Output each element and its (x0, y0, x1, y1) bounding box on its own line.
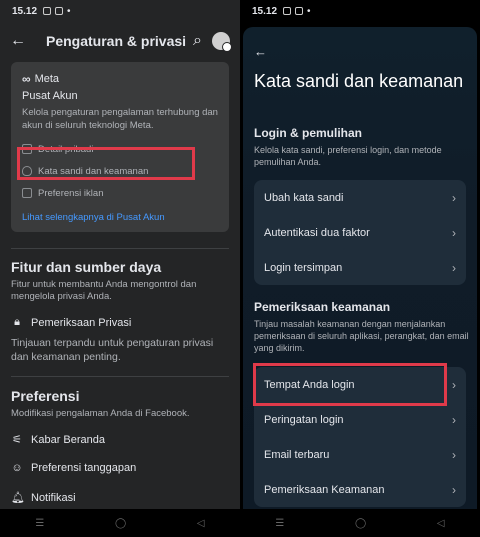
chevron-right-icon: › (452, 482, 456, 497)
page-title: Kata sandi dan keamanan (254, 71, 464, 91)
back-nav-icon[interactable]: ◁ (437, 518, 445, 529)
security-checkup-label: Pemeriksaan Keamanan (264, 483, 385, 496)
accounts-center-title: Pusat Akun (22, 90, 78, 102)
chevron-right-icon: › (452, 447, 456, 462)
reaction-preferences-label: Preferensi tanggapan (31, 462, 137, 474)
recent-emails-item[interactable]: Email terbaru › (254, 437, 466, 472)
login-recovery-title: Login & pemulihan (254, 126, 362, 140)
chevron-right-icon: › (452, 225, 456, 240)
privacy-checkup-label: Pemeriksaan Privasi (31, 316, 132, 329)
login-recovery-group: Ubah kata sandi › Autentikasi dua faktor… (254, 180, 466, 285)
recent-emails-label: Email terbaru (264, 448, 330, 461)
chevron-right-icon: › (452, 190, 456, 205)
monitor-icon (22, 188, 32, 198)
divider (11, 376, 229, 377)
ad-preferences-item[interactable]: Preferensi iklan (22, 182, 218, 204)
messenger-icon (295, 7, 304, 15)
lock-icon: 🔒︎ (14, 316, 20, 328)
meta-logo-text: Meta (34, 73, 60, 85)
divider (11, 248, 229, 249)
privacy-checkup-item[interactable]: 🔒︎ Pemeriksaan Privasi (11, 316, 131, 329)
back-nav-icon[interactable]: ◁ (197, 518, 205, 529)
password-security-screen: 15.12 • ⏰ ≋ 44 ← Kata sandi dan keamanan… (240, 0, 480, 537)
change-password-label: Ubah kata sandi (264, 191, 344, 204)
privacy-checkup-description: Tinjauan terpandu untuk pengaturan priva… (11, 337, 214, 363)
notification-icon (43, 7, 52, 15)
saved-login-item[interactable]: Login tersimpan › (254, 250, 466, 285)
back-arrow-icon[interactable]: ← (10, 32, 26, 50)
change-password-item[interactable]: Ubah kata sandi › (254, 180, 466, 215)
two-factor-item[interactable]: Autentikasi dua faktor › (254, 215, 466, 250)
back-arrow-icon[interactable]: ← (254, 44, 267, 59)
accounts-center-description: Kelola pengaturan pengalaman terhubung d… (22, 107, 218, 131)
security-checks-description: Tinjau masalah keamanan dengan menjalank… (254, 319, 469, 353)
header: ← Pengaturan & privasi ⌕ (0, 28, 240, 54)
menu-nav-icon[interactable]: ☰ (275, 518, 284, 529)
reactions-icon: ☺ (11, 462, 23, 474)
more-dots-icon: • (307, 5, 311, 17)
settings-privacy-screen: 15.12 • ⏰ ≋ 44 ← Pengaturan & privasi ⌕ … (0, 0, 240, 537)
home-nav-icon[interactable]: ◯ (115, 518, 126, 529)
two-factor-label: Autentikasi dua faktor (264, 226, 370, 239)
meta-infinity-icon: ∞ (22, 72, 31, 86)
menu-nav-icon[interactable]: ☰ (35, 518, 44, 529)
news-feed-label: Kabar Beranda (31, 433, 105, 446)
security-checks-title: Pemeriksaan keamanan (254, 300, 391, 314)
highlight-box (253, 363, 447, 406)
login-alerts-label: Peringatan login (264, 413, 344, 426)
notification-icon (283, 7, 292, 15)
preferences-title: Preferensi (11, 388, 80, 404)
avatar[interactable] (212, 32, 232, 52)
status-time: 15.12 (252, 5, 278, 17)
see-more-accounts-center-link[interactable]: Lihat selengkapnya di Pusat Akun (22, 212, 218, 223)
chevron-right-icon: › (452, 260, 456, 275)
page-title: Pengaturan & privasi (46, 33, 187, 49)
login-recovery-description: Kelola kata sandi, preferensi login, dan… (254, 145, 442, 167)
highlight-box (17, 147, 195, 180)
security-checkup-item[interactable]: Pemeriksaan Keamanan › (254, 472, 466, 507)
status-time: 15.12 (12, 5, 38, 17)
notifications-item[interactable]: 🔔︎ Notifikasi (11, 491, 76, 505)
news-feed-item[interactable]: ⚟ Kabar Beranda (11, 433, 105, 447)
status-bar: 15.12 • ⏰ ≋ 44 (240, 0, 480, 22)
chevron-right-icon: › (452, 377, 456, 392)
chevron-right-icon: › (452, 412, 456, 427)
status-bar: 15.12 • ⏰ ≋ 44 (0, 0, 240, 22)
bell-icon: 🔔︎ (11, 492, 25, 504)
features-description: Fitur untuk membantu Anda mengontrol dan… (11, 279, 197, 302)
sliders-icon: ⚟ (12, 434, 22, 446)
search-icon[interactable]: ⌕ (193, 32, 202, 50)
system-nav-bar: ☰ ◯ ◁ (0, 509, 240, 537)
more-dots-icon: • (67, 5, 71, 17)
notifications-label: Notifikasi (31, 491, 76, 504)
reaction-preferences-item[interactable]: ☺ Preferensi tanggapan (11, 462, 136, 474)
login-alerts-item[interactable]: Peringatan login › (254, 402, 466, 437)
meta-logo: ∞ Meta (22, 72, 218, 86)
messenger-icon (55, 7, 64, 15)
card-item-label: Preferensi iklan (38, 187, 104, 199)
saved-login-label: Login tersimpan (264, 261, 343, 274)
system-nav-bar: ☰ ◯ ◁ (240, 509, 480, 537)
features-title: Fitur dan sumber daya (11, 259, 162, 275)
home-nav-icon[interactable]: ◯ (355, 518, 366, 529)
preferences-description: Modifikasi pengalaman Anda di Facebook. (11, 408, 190, 419)
